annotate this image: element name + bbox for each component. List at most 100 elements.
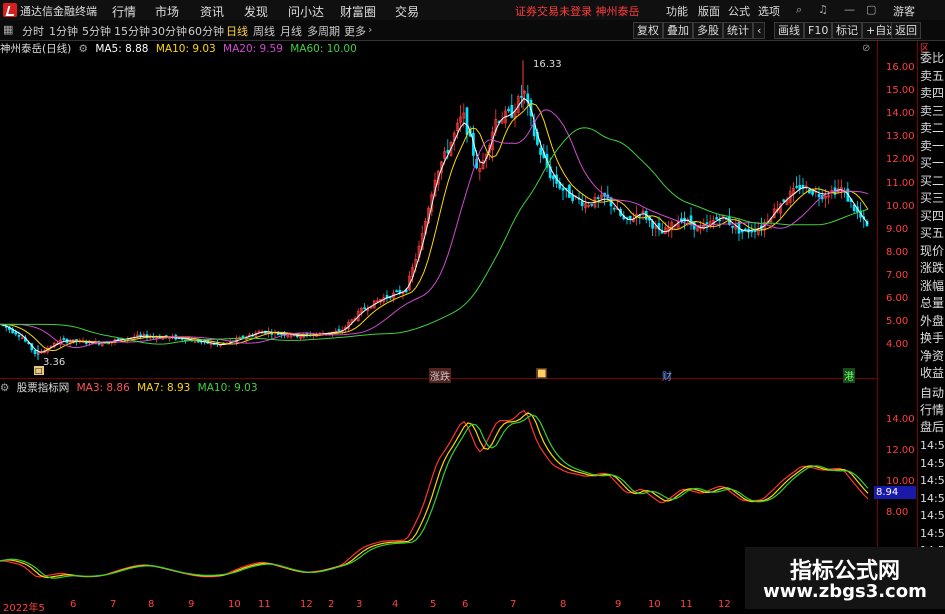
- settings-icon[interactable]: ⚙: [0, 382, 9, 394]
- date-tick: 4: [392, 599, 399, 610]
- sidebar-item-13: 涨幅: [920, 278, 945, 293]
- chart-collapse-icon[interactable]: ⊘: [862, 43, 870, 54]
- ma60-label: MA60: 10.00: [290, 43, 357, 55]
- sidebar-item-14: 总量: [920, 296, 945, 310]
- sidebar-item-15: 外盘: [920, 313, 945, 328]
- period-day[interactable]: 日线: [226, 23, 248, 39]
- title-bar: 通达信金融终端 行情 市场 资讯 发现 问小达 财富圈 交易 证券交易未登录 神…: [0, 0, 945, 21]
- period-multi[interactable]: 多周期: [307, 23, 340, 39]
- mark-button[interactable]: 标记: [832, 22, 862, 39]
- period-week[interactable]: 周线: [253, 23, 275, 39]
- event-marker-updown[interactable]: 涨跌: [429, 368, 451, 383]
- menu-discover[interactable]: 发现: [244, 3, 268, 20]
- menu-news[interactable]: 资讯: [200, 3, 224, 20]
- period-month[interactable]: 月线: [280, 23, 302, 39]
- date-tick: 12: [300, 599, 313, 610]
- high-annotation: 16.33: [533, 59, 562, 70]
- ma5-label: MA5: 8.88: [95, 43, 149, 55]
- statistics-button[interactable]: 统计: [723, 22, 753, 39]
- period-more[interactable]: 更多: [344, 23, 366, 39]
- sidebar-item-12: 涨跌: [920, 261, 945, 275]
- price-tick: 14.00: [886, 108, 915, 120]
- draw-line-button[interactable]: 画线: [774, 22, 804, 39]
- minimize-icon[interactable]: —: [844, 3, 855, 16]
- menu-market[interactable]: 行情: [112, 3, 136, 20]
- date-tick: 11: [258, 599, 271, 610]
- price-tick: 5.00: [886, 316, 909, 328]
- sidebar-lower-0[interactable]: 自动: [920, 384, 944, 401]
- event-marker[interactable]: ■: [536, 368, 548, 379]
- chevron-left-icon[interactable]: ‹: [753, 22, 766, 39]
- sidebar-item-10: 买五: [920, 226, 945, 240]
- period-tick[interactable]: 分时: [22, 23, 44, 39]
- sidebar-item-7: 买二: [920, 173, 945, 188]
- menu-wealth[interactable]: 财富圈: [340, 3, 376, 20]
- price-tick: 12.00: [886, 154, 915, 166]
- overlay-button[interactable]: 叠加: [663, 22, 693, 39]
- event-marker[interactable]: □: [34, 366, 44, 375]
- date-tick: 11: [680, 599, 693, 610]
- sidebar-time-1: 14:50: [920, 456, 945, 470]
- kline-chart[interactable]: [0, 0, 945, 609]
- date-tick: 8: [560, 599, 567, 610]
- menu-layout[interactable]: 版面: [698, 3, 720, 19]
- sidebar-item-6: 买一: [920, 156, 945, 170]
- adjust-button[interactable]: 复权: [633, 22, 663, 39]
- date-tick: 6: [70, 599, 77, 610]
- date-tick: 7: [510, 599, 517, 610]
- period-60min[interactable]: 60分钟: [188, 23, 224, 39]
- maximize-icon[interactable]: ▢: [866, 3, 876, 16]
- main-chart-legend: 神州泰岳(日线) ⚙ MA5: 8.88 MA10: 9.03 MA20: 9.…: [0, 41, 361, 57]
- menu-formula[interactable]: 公式: [728, 3, 750, 19]
- multi-stock-button[interactable]: 多股: [693, 22, 723, 39]
- f10-button[interactable]: F10: [804, 22, 833, 39]
- event-marker-finance[interactable]: 财: [661, 368, 673, 383]
- sidebar-item-1: 卖五: [920, 68, 945, 83]
- price-tick: 6.00: [886, 293, 909, 304]
- sub-ma10-label: MA10: 9.03: [197, 382, 258, 394]
- date-tick: 10: [648, 599, 661, 610]
- sidebar-item-17: 净资: [920, 348, 945, 363]
- search-icon[interactable]: ⌕: [796, 3, 802, 17]
- bell-icon[interactable]: ♫: [818, 3, 828, 16]
- price-tick: 10.00: [886, 200, 915, 212]
- sidebar-item-0: 委比: [920, 51, 945, 65]
- date-tick: 7: [110, 599, 117, 610]
- settings-icon[interactable]: ⚙: [79, 43, 88, 55]
- sidebar-item-18: 收益: [920, 366, 945, 380]
- menu-sector[interactable]: 市场: [155, 3, 179, 20]
- indicator-name[interactable]: 股票指标网: [17, 382, 70, 394]
- period-1min[interactable]: 1分钟: [49, 23, 78, 39]
- grid-icon[interactable]: ▦: [3, 23, 13, 36]
- period-toolbar: ▦ 分时 1分钟 5分钟 15分钟 30分钟 60分钟 日线 周线 月线 多周期…: [0, 20, 945, 41]
- guest-label[interactable]: 游客: [893, 3, 915, 19]
- sidebar-lower-1[interactable]: 行情: [920, 401, 944, 418]
- sidebar-time-4: 14:50: [920, 509, 945, 522]
- price-tick: 11.00: [886, 177, 915, 189]
- menu-function[interactable]: 功能: [666, 3, 688, 19]
- price-tick: 15.00: [886, 85, 915, 97]
- menu-trade[interactable]: 交易: [395, 3, 419, 20]
- sidebar-lower-2[interactable]: 盘后: [920, 418, 944, 435]
- low-annotation: 3.36: [43, 357, 66, 368]
- stock-name[interactable]: 神州泰岳(日线): [0, 43, 71, 55]
- date-tick: 3: [356, 599, 363, 610]
- period-30min[interactable]: 30分钟: [151, 23, 187, 39]
- indicator-tick: 12.00: [886, 445, 915, 456]
- menu-ask[interactable]: 问小达: [288, 3, 324, 20]
- period-5min[interactable]: 5分钟: [82, 23, 111, 39]
- sidebar-item-2: 卖四: [920, 86, 945, 100]
- trade-notice[interactable]: 证券交易未登录 神州泰岳: [515, 3, 640, 19]
- price-tick: 4.00: [886, 339, 909, 351]
- watermark-url: www.zbgs3.com: [763, 581, 927, 602]
- sidebar-item-11: 现价: [920, 243, 945, 258]
- watermark: 指标公式网 www.zbgs3.com: [745, 547, 945, 609]
- chevron-right-icon[interactable]: ›: [368, 23, 372, 36]
- period-15min[interactable]: 15分钟: [114, 23, 150, 39]
- ma3-label: MA3: 8.86: [76, 382, 130, 394]
- ma7-label: MA7: 8.93: [137, 382, 191, 394]
- event-marker-hk[interactable]: 港: [843, 368, 855, 383]
- menu-options[interactable]: 选项: [758, 3, 780, 19]
- back-button[interactable]: 返回: [891, 22, 921, 39]
- axis-separator: [877, 41, 878, 599]
